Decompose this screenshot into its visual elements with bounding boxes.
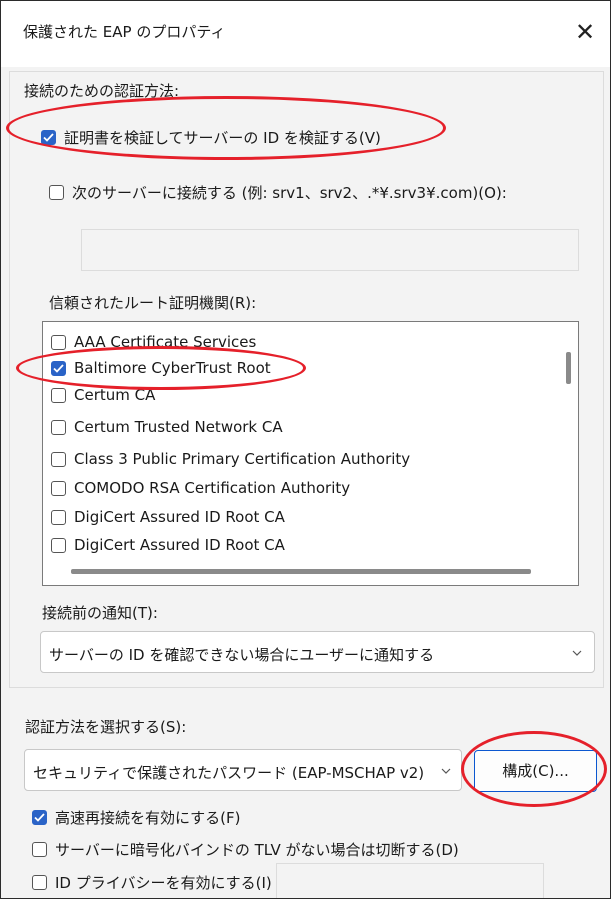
notify-select[interactable]: サーバーの ID を確認できない場合にユーザーに通知する — [40, 631, 595, 673]
close-icon[interactable]: ✕ — [568, 15, 602, 49]
auth-method-select[interactable]: セキュリティで保護されたパスワード (EAP-MSCHAP v2) — [24, 749, 462, 791]
list-item-checkbox[interactable] — [51, 360, 66, 376]
verify-server-checkbox-row[interactable]: 証明書を検証してサーバーの ID を検証する(V) — [41, 127, 381, 148]
title-bar: 保護された EAP のプロパティ ✕ — [1, 1, 610, 67]
list-item-label: Baltimore CyberTrust Root — [74, 359, 271, 377]
connect-servers-label: 次のサーバーに接続する (例: srv1、srv2、.*¥.srv3¥.com)… — [72, 184, 507, 202]
list-item[interactable]: Certum Trusted Network CA — [51, 418, 283, 436]
checkmark-icon — [53, 363, 64, 373]
disconnect-no-tlv-checkbox[interactable] — [32, 842, 47, 857]
list-item-label: DigiCert Assured ID Root CA — [74, 508, 285, 526]
eap-properties-dialog: 保護された EAP のプロパティ ✕ 接続のための認証方法: 証明書を検証してサ… — [0, 0, 611, 899]
chevron-down-icon — [441, 768, 451, 774]
list-item-checkbox[interactable] — [51, 334, 66, 350]
auth-method-heading: 接続のための認証方法: — [24, 82, 180, 100]
id-privacy-label: ID プライバシーを有効にする(I) — [55, 874, 272, 892]
fast-reconnect-checkbox[interactable] — [32, 810, 47, 825]
configure-button[interactable]: 構成(C)... — [474, 750, 597, 792]
list-item-checkbox[interactable] — [51, 387, 66, 403]
id-privacy-input[interactable] — [276, 863, 544, 898]
list-item-label: AAA Certificate Services — [74, 333, 257, 351]
list-item[interactable]: DigiCert Assured ID Root CA — [51, 508, 285, 526]
list-item-label: Certum Trusted Network CA — [74, 418, 283, 436]
list-item[interactable]: Baltimore CyberTrust Root — [51, 359, 271, 377]
vertical-scrollbar-thumb[interactable] — [566, 352, 571, 384]
list-item-label: Class 3 Public Primary Certification Aut… — [74, 450, 411, 468]
list-item[interactable]: Class 3 Public Primary Certification Aut… — [51, 450, 410, 468]
list-item-label: Certum CA — [74, 386, 156, 404]
list-item-checkbox[interactable] — [51, 537, 66, 553]
list-item-checkbox[interactable] — [51, 451, 66, 467]
checkmark-icon — [34, 813, 45, 822]
trusted-root-list[interactable]: AAA Certificate Services Baltimore Cyber… — [42, 321, 579, 586]
list-item-label: COMODO RSA Certification Authority — [74, 479, 351, 497]
list-item-label: DigiCert Assured ID Root CA — [74, 536, 285, 554]
id-privacy-checkbox[interactable] — [32, 875, 47, 890]
disconnect-no-tlv-checkbox-row[interactable]: サーバーに暗号化バインドの TLV がない場合は切断する(D) — [32, 839, 459, 860]
horizontal-scrollbar-thumb[interactable] — [71, 569, 531, 574]
checkmark-icon — [43, 133, 54, 142]
notify-label: 接続前の通知(T): — [42, 604, 158, 622]
fast-reconnect-label: 高速再接続を有効にする(F) — [55, 809, 241, 827]
verify-server-label: 証明書を検証してサーバーの ID を検証する(V) — [64, 129, 381, 147]
list-item[interactable]: Certum CA — [51, 386, 155, 404]
id-privacy-checkbox-row[interactable]: ID プライバシーを有効にする(I) — [32, 872, 272, 893]
list-item[interactable]: AAA Certificate Services — [51, 333, 256, 351]
list-item[interactable]: DigiCert Assured ID Root CA — [51, 536, 285, 554]
connect-servers-checkbox-row[interactable]: 次のサーバーに接続する (例: srv1、srv2、.*¥.srv3¥.com)… — [49, 182, 507, 203]
server-names-input[interactable] — [81, 229, 579, 271]
fast-reconnect-checkbox-row[interactable]: 高速再接続を有効にする(F) — [32, 807, 240, 828]
select-method-label: 認証方法を選択する(S): — [25, 718, 187, 736]
trusted-root-label: 信頼されたルート証明機関(R): — [49, 294, 257, 312]
list-item-checkbox[interactable] — [51, 419, 66, 435]
list-item-checkbox[interactable] — [51, 509, 66, 525]
connect-servers-checkbox[interactable] — [49, 185, 64, 200]
notify-select-value: サーバーの ID を確認できない場合にユーザーに通知する — [49, 646, 435, 664]
window-title: 保護された EAP のプロパティ — [23, 23, 226, 41]
auth-method-select-value: セキュリティで保護されたパスワード (EAP-MSCHAP v2) — [33, 764, 425, 782]
list-item[interactable]: COMODO RSA Certification Authority — [51, 479, 350, 497]
disconnect-no-tlv-label: サーバーに暗号化バインドの TLV がない場合は切断する(D) — [55, 841, 459, 859]
verify-server-checkbox[interactable] — [41, 130, 56, 145]
list-item-checkbox[interactable] — [51, 480, 66, 496]
chevron-down-icon — [572, 650, 582, 656]
